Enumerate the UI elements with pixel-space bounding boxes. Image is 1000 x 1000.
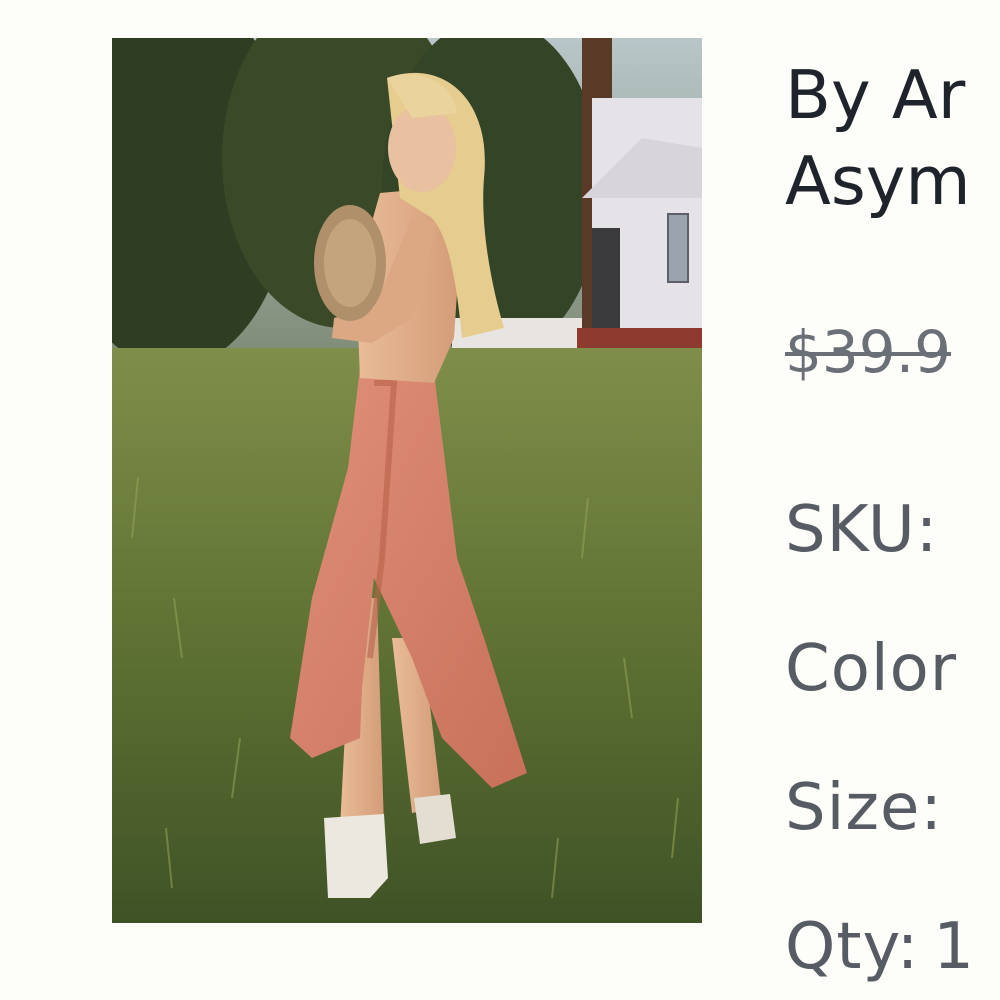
color-row: Color (785, 632, 957, 706)
color-label: Color (785, 632, 958, 706)
sku-label: SKU: (785, 493, 939, 567)
product-title: By Ar Asym (785, 52, 971, 224)
original-price: $39.9 (785, 318, 952, 386)
product-page: By Ar Asym $39.9 SKU: Color Size: Qty: 1 (0, 0, 1000, 1000)
size-row: Size: (785, 771, 943, 845)
sku-row: SKU: (785, 493, 938, 567)
qty-row: Qty: 1 (785, 910, 975, 984)
qty-label: Qty: (785, 910, 920, 984)
qty-value[interactable]: 1 (933, 910, 975, 984)
product-details: By Ar Asym $39.9 SKU: Color Size: Qty: 1 (785, 0, 1000, 1000)
product-title-line-1: By Ar (785, 56, 966, 134)
product-photo (112, 38, 702, 923)
product-image[interactable] (112, 38, 702, 923)
product-title-line-2: Asym (785, 142, 971, 220)
size-label: Size: (785, 771, 943, 845)
